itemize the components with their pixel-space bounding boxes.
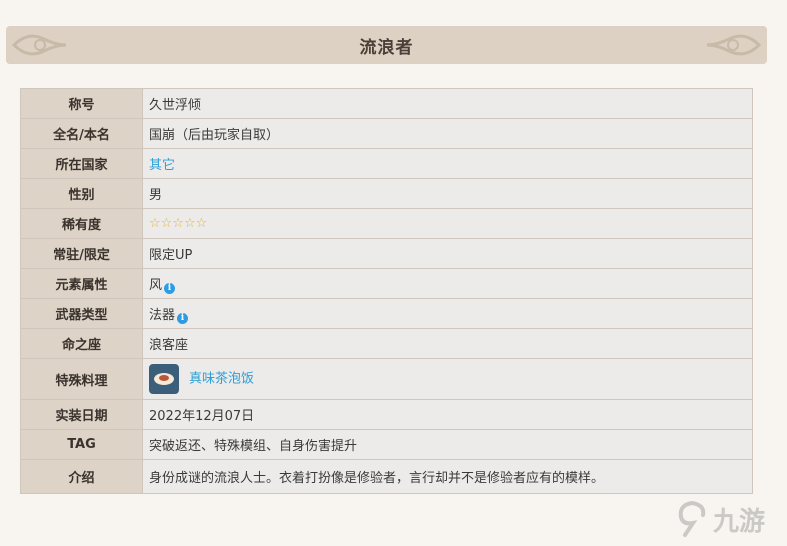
row-label-element: 元素属性 [20,268,143,299]
row-value-country-cell: 其它 [142,148,753,179]
row-value-tag: 突破返还、特殊模组、自身伤害提升 [142,429,753,460]
row-value-release-date: 2022年12月07日 [142,399,753,430]
row-label-special-dish: 特殊料理 [20,358,143,400]
element-value: 风 [149,277,163,293]
row-label-gender: 性别 [20,178,143,209]
row-label-release-date: 实装日期 [20,399,143,430]
table-row: 稀有度 ☆☆☆☆☆ [20,208,753,239]
table-row: 命之座 浪客座 [20,328,753,359]
table-row: TAG 突破返还、特殊模组、自身伤害提升 [20,429,753,460]
page-title: 流浪者 [359,37,414,58]
table-row: 常驻/限定 限定UP [20,238,753,269]
special-dish-link[interactable]: 真味茶泡饭 [189,372,254,387]
character-info-table: 称号 久世浮倾 全名/本名 国崩（后由玩家自取） 所在国家 其它 性别 男 稀有… [20,88,753,494]
table-row: 称号 久世浮倾 [20,88,753,119]
element-info-icon[interactable]: i [164,282,176,294]
row-label-fullname: 全名/本名 [20,118,143,149]
right-ornament-icon [706,34,762,56]
rarity-stars-icon: ☆☆☆☆☆ [149,216,208,231]
watermark-text: 九游 [712,506,765,537]
title-banner: 流浪者 [6,26,767,64]
row-value-gender: 男 [142,178,753,209]
row-label-country: 所在国家 [20,148,143,179]
watermark-logo-icon [678,501,706,537]
table-row: 性别 男 [20,178,753,209]
row-label-rarity: 稀有度 [20,208,143,239]
row-value-weapon-cell: 法器 i [142,298,753,329]
row-label-weapon: 武器类型 [20,298,143,329]
row-value-rarity-cell: ☆☆☆☆☆ [142,208,753,239]
table-row: 元素属性 风i [20,268,753,299]
watermark: 九游 [605,494,765,544]
row-value-banner-type: 限定UP [142,238,753,269]
table-row: 实装日期 2022年12月07日 [20,399,753,430]
table-row: 介绍 身份成谜的流浪人士。衣着打扮像是修验者，言行却并不是修验者应有的模样。 [20,459,753,494]
row-value-title: 久世浮倾 [142,88,753,119]
table-row: 所在国家 其它 [20,148,753,179]
row-value-constellation: 浪客座 [142,328,753,359]
row-value-special-dish-cell: 真味茶泡饭 [142,358,753,400]
row-label-banner-type: 常驻/限定 [20,238,143,269]
row-label-intro: 介绍 [20,459,143,494]
row-value-intro: 身份成谜的流浪人士。衣着打扮像是修验者，言行却并不是修验者应有的模样。 [142,459,753,494]
row-label-title: 称号 [20,88,143,119]
table-row: 特殊料理 真味茶泡饭 [20,358,753,400]
weapon-value: 法器 [149,307,176,323]
row-value-element-cell: 风i [142,268,753,299]
table-row: 武器类型 法器 i [20,298,753,329]
country-link[interactable]: 其它 [149,158,175,173]
row-label-tag: TAG [20,429,143,460]
row-value-fullname: 国崩（后由玩家自取） [142,118,753,149]
row-label-constellation: 命之座 [20,328,143,359]
dish-image-icon[interactable] [149,364,179,394]
left-ornament-icon [11,34,67,56]
weapon-info-icon[interactable]: i [177,312,189,324]
table-row: 全名/本名 国崩（后由玩家自取） [20,118,753,149]
